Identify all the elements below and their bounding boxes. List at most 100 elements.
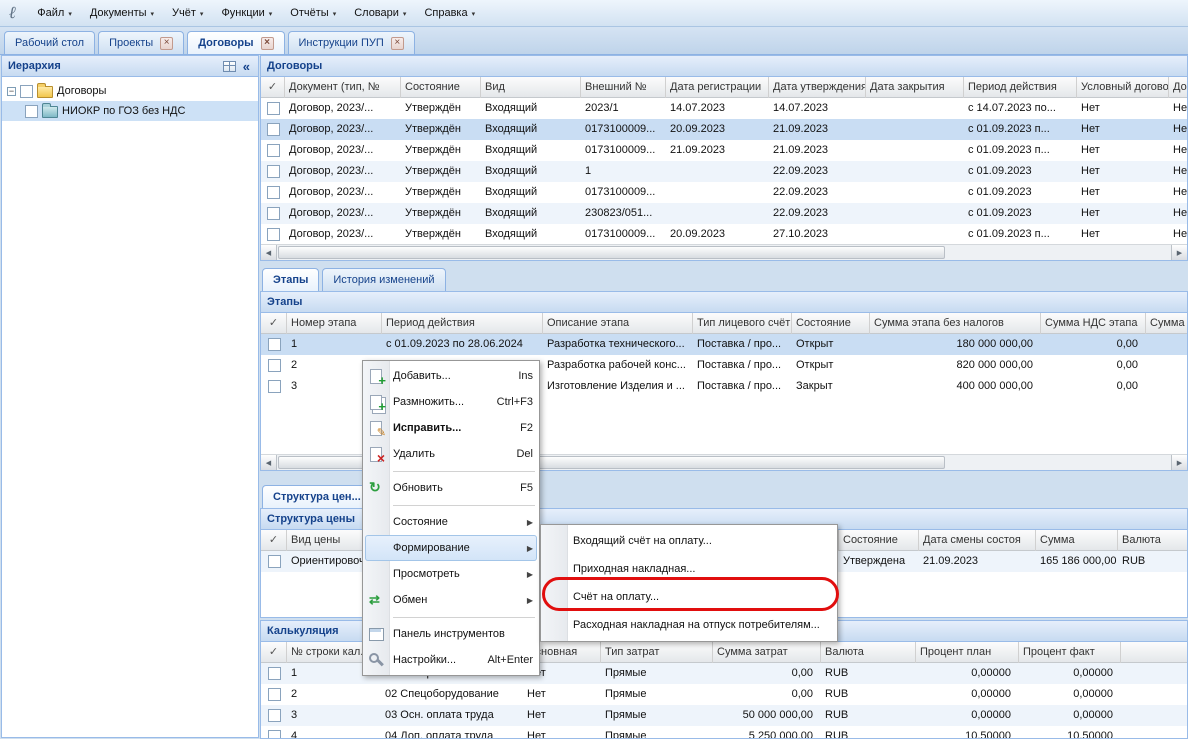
column-header[interactable]: Состояние bbox=[839, 530, 919, 551]
stages-row[interactable]: 1с 01.09.2023 по 28.06.2024Разработка те… bbox=[261, 334, 1187, 355]
scroll-right-button[interactable]: ▶ bbox=[1171, 245, 1187, 260]
close-icon[interactable]: × bbox=[160, 37, 173, 50]
menu-item[interactable]: УдалитьDel bbox=[363, 441, 539, 467]
menu-item[interactable]: Добавить...Ins bbox=[363, 363, 539, 389]
column-header[interactable]: Тип лицевого счёт bbox=[693, 313, 792, 334]
column-header[interactable]: Состояние bbox=[792, 313, 870, 334]
contracts-row[interactable]: Договор, 2023/...УтверждёнВходящий017310… bbox=[261, 224, 1187, 244]
calculation-row[interactable]: 202 СпецоборудованиеНетПрямые0,00RUB0,00… bbox=[261, 684, 1187, 705]
menubar-item[interactable]: Учёт▾ bbox=[163, 3, 212, 23]
scroll-left-button[interactable]: ◀ bbox=[261, 455, 277, 470]
select-all-header[interactable]: ✓ bbox=[261, 530, 287, 551]
column-header[interactable]: Сумма bbox=[1036, 530, 1118, 551]
row-checkbox[interactable] bbox=[267, 144, 280, 157]
scroll-left-button[interactable]: ◀ bbox=[261, 245, 277, 260]
column-header[interactable]: Дата закрытия bbox=[866, 77, 964, 98]
contracts-row[interactable]: Договор, 2023/...УтверждёнВходящий230823… bbox=[261, 203, 1187, 224]
column-header[interactable]: Вид bbox=[481, 77, 581, 98]
contracts-row[interactable]: Договор, 2023/...УтверждёнВходящий017310… bbox=[261, 140, 1187, 161]
row-checkbox[interactable] bbox=[268, 667, 281, 680]
row-checkbox[interactable] bbox=[267, 165, 280, 178]
row-checkbox[interactable] bbox=[268, 338, 281, 351]
menu-item[interactable]: Исправить...F2 bbox=[363, 415, 539, 441]
menu-item[interactable]: Обмен▶ bbox=[363, 587, 539, 613]
menubar-item[interactable]: Словари▾ bbox=[345, 3, 415, 23]
scroll-thumb[interactable] bbox=[278, 246, 945, 259]
column-header[interactable]: Внешний № bbox=[581, 77, 666, 98]
menubar-item[interactable]: Документы▾ bbox=[81, 3, 163, 23]
calculation-row[interactable]: 303 Осн. оплата трудаНетПрямые50 000 000… bbox=[261, 705, 1187, 726]
column-header[interactable]: Сумма затрат bbox=[713, 642, 821, 663]
column-header[interactable]: Состояние bbox=[401, 77, 481, 98]
menu-item[interactable]: Размножить...Ctrl+F3 bbox=[363, 389, 539, 415]
close-icon[interactable]: × bbox=[391, 37, 404, 50]
menubar-item[interactable]: Функции▾ bbox=[212, 3, 281, 23]
tab-desktop[interactable]: Рабочий стол bbox=[4, 31, 95, 54]
column-header[interactable]: Валюта bbox=[821, 642, 916, 663]
column-header[interactable]: Сумма э bbox=[1146, 313, 1187, 334]
submenu-item[interactable]: Входящий счёт на оплату... bbox=[541, 527, 837, 555]
column-header[interactable]: До... bbox=[1169, 77, 1187, 98]
tab-projects[interactable]: Проекты × bbox=[98, 31, 184, 54]
row-checkbox[interactable] bbox=[268, 709, 281, 722]
horizontal-scrollbar[interactable]: ◀ ▶ bbox=[261, 244, 1187, 260]
row-checkbox[interactable] bbox=[268, 380, 281, 393]
column-header[interactable]: Дата регистрации bbox=[666, 77, 769, 98]
contracts-row[interactable]: Договор, 2023/...УтверждёнВходящий2023/1… bbox=[261, 98, 1187, 119]
submenu-item[interactable]: Приходная накладная... bbox=[541, 555, 837, 583]
column-header[interactable]: Условный договор bbox=[1077, 77, 1169, 98]
row-checkbox[interactable] bbox=[267, 207, 280, 220]
close-icon[interactable]: × bbox=[261, 37, 274, 50]
tab-stages[interactable]: Этапы bbox=[262, 268, 319, 291]
tree-node-niokr[interactable]: НИОКР по ГОЗ без НДС bbox=[2, 101, 258, 121]
submenu-item[interactable]: Расходная накладная на отпуск потребител… bbox=[541, 611, 837, 639]
row-checkbox[interactable] bbox=[268, 730, 281, 738]
column-header[interactable]: Период действия bbox=[382, 313, 543, 334]
contracts-row[interactable]: Договор, 2023/...УтверждёнВходящий122.09… bbox=[261, 161, 1187, 182]
column-header[interactable]: Валюта bbox=[1118, 530, 1187, 551]
grid-settings-icon[interactable] bbox=[223, 61, 236, 72]
row-checkbox[interactable] bbox=[267, 123, 280, 136]
column-header[interactable]: Дата смены состоя bbox=[919, 530, 1036, 551]
menu-item[interactable]: Состояние▶ bbox=[363, 509, 539, 535]
column-header[interactable]: Описание этапа bbox=[543, 313, 693, 334]
tab-instructions[interactable]: Инструкции ПУП × bbox=[288, 31, 415, 54]
column-header[interactable]: Период действия bbox=[964, 77, 1077, 98]
row-checkbox[interactable] bbox=[268, 555, 281, 568]
row-checkbox[interactable] bbox=[267, 228, 280, 241]
tab-price-structure[interactable]: Структура цен... bbox=[262, 485, 372, 508]
select-all-header[interactable]: ✓ bbox=[261, 642, 287, 663]
column-header[interactable]: Сумма НДС этапа bbox=[1041, 313, 1146, 334]
calculation-row[interactable]: 404 Доп. оплата трудаНетПрямые5 250 000,… bbox=[261, 726, 1187, 738]
submenu-item-invoice-circled[interactable]: Счёт на оплату... bbox=[541, 583, 837, 611]
menu-item[interactable]: Панель инструментов bbox=[363, 621, 539, 647]
tree-node-checkbox[interactable] bbox=[20, 85, 33, 98]
contracts-row[interactable]: Договор, 2023/...УтверждёнВходящий017310… bbox=[261, 182, 1187, 203]
menu-item[interactable]: ОбновитьF5 bbox=[363, 475, 539, 501]
column-header[interactable]: Процент факт bbox=[1019, 642, 1121, 663]
collapse-panel-icon[interactable]: « bbox=[241, 61, 252, 72]
column-header[interactable]: Номер этапа bbox=[287, 313, 382, 334]
column-header[interactable]: Тип затрат bbox=[601, 642, 713, 663]
menubar-item[interactable]: Файл▾ bbox=[28, 3, 81, 23]
column-header[interactable]: Дата утверждения bbox=[769, 77, 866, 98]
expander-icon[interactable]: − bbox=[7, 87, 16, 96]
contracts-row[interactable]: Договор, 2023/...УтверждёнВходящий017310… bbox=[261, 119, 1187, 140]
column-header[interactable]: Процент план bbox=[916, 642, 1019, 663]
scroll-right-button[interactable]: ▶ bbox=[1171, 455, 1187, 470]
tab-contracts[interactable]: Договоры × bbox=[187, 31, 284, 54]
menu-item[interactable]: Настройки...Alt+Enter bbox=[363, 647, 539, 673]
column-header[interactable] bbox=[1121, 642, 1187, 663]
row-checkbox[interactable] bbox=[268, 359, 281, 372]
column-header[interactable]: Документ (тип, № bbox=[285, 77, 401, 98]
menu-item[interactable]: Формирование▶ bbox=[365, 535, 537, 561]
column-header[interactable]: Сумма этапа без налогов bbox=[870, 313, 1041, 334]
tab-change-history[interactable]: История изменений bbox=[322, 268, 445, 291]
row-checkbox[interactable] bbox=[268, 688, 281, 701]
menu-item[interactable]: Просмотреть▶ bbox=[363, 561, 539, 587]
row-checkbox[interactable] bbox=[267, 102, 280, 115]
select-all-header[interactable]: ✓ bbox=[261, 77, 285, 98]
tree-node-contracts[interactable]: − Договоры bbox=[2, 81, 258, 101]
menubar-item[interactable]: Справка▾ bbox=[415, 3, 484, 23]
row-checkbox[interactable] bbox=[267, 186, 280, 199]
